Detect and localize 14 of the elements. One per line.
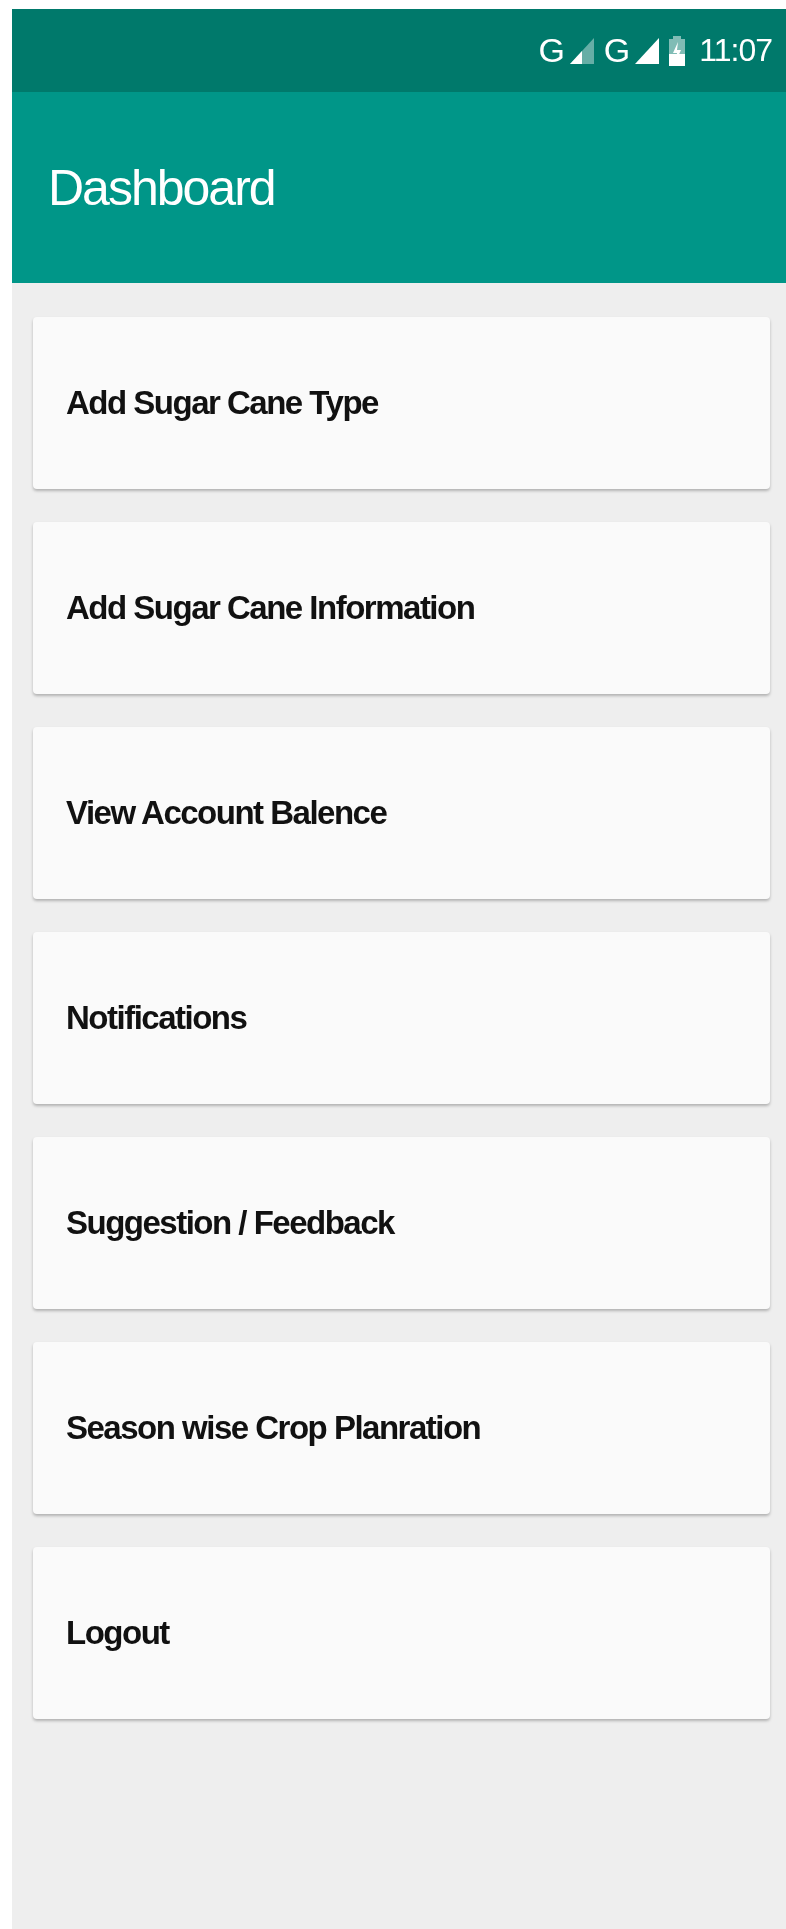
network-type: G — [603, 31, 630, 70]
menu-card[interactable]: Logout — [33, 1547, 770, 1719]
signal-icon — [569, 37, 594, 64]
menu-card[interactable]: View Account Balence — [33, 727, 770, 899]
menu-card[interactable]: Add Sugar Cane Information — [33, 522, 770, 694]
menu-card[interactable]: Season wise Crop Planration — [33, 1342, 770, 1514]
clock-time: 11:07 — [699, 32, 772, 69]
menu-card[interactable]: Add Sugar Cane Type — [33, 317, 770, 489]
menu-card[interactable]: Suggestion / Feedback — [33, 1137, 770, 1309]
screen-title: Dashboard — [48, 158, 275, 217]
network-type: G — [538, 31, 564, 70]
menu-card[interactable]: Notifications — [33, 932, 770, 1104]
battery-icon — [669, 35, 686, 66]
signal-icon — [635, 37, 660, 64]
